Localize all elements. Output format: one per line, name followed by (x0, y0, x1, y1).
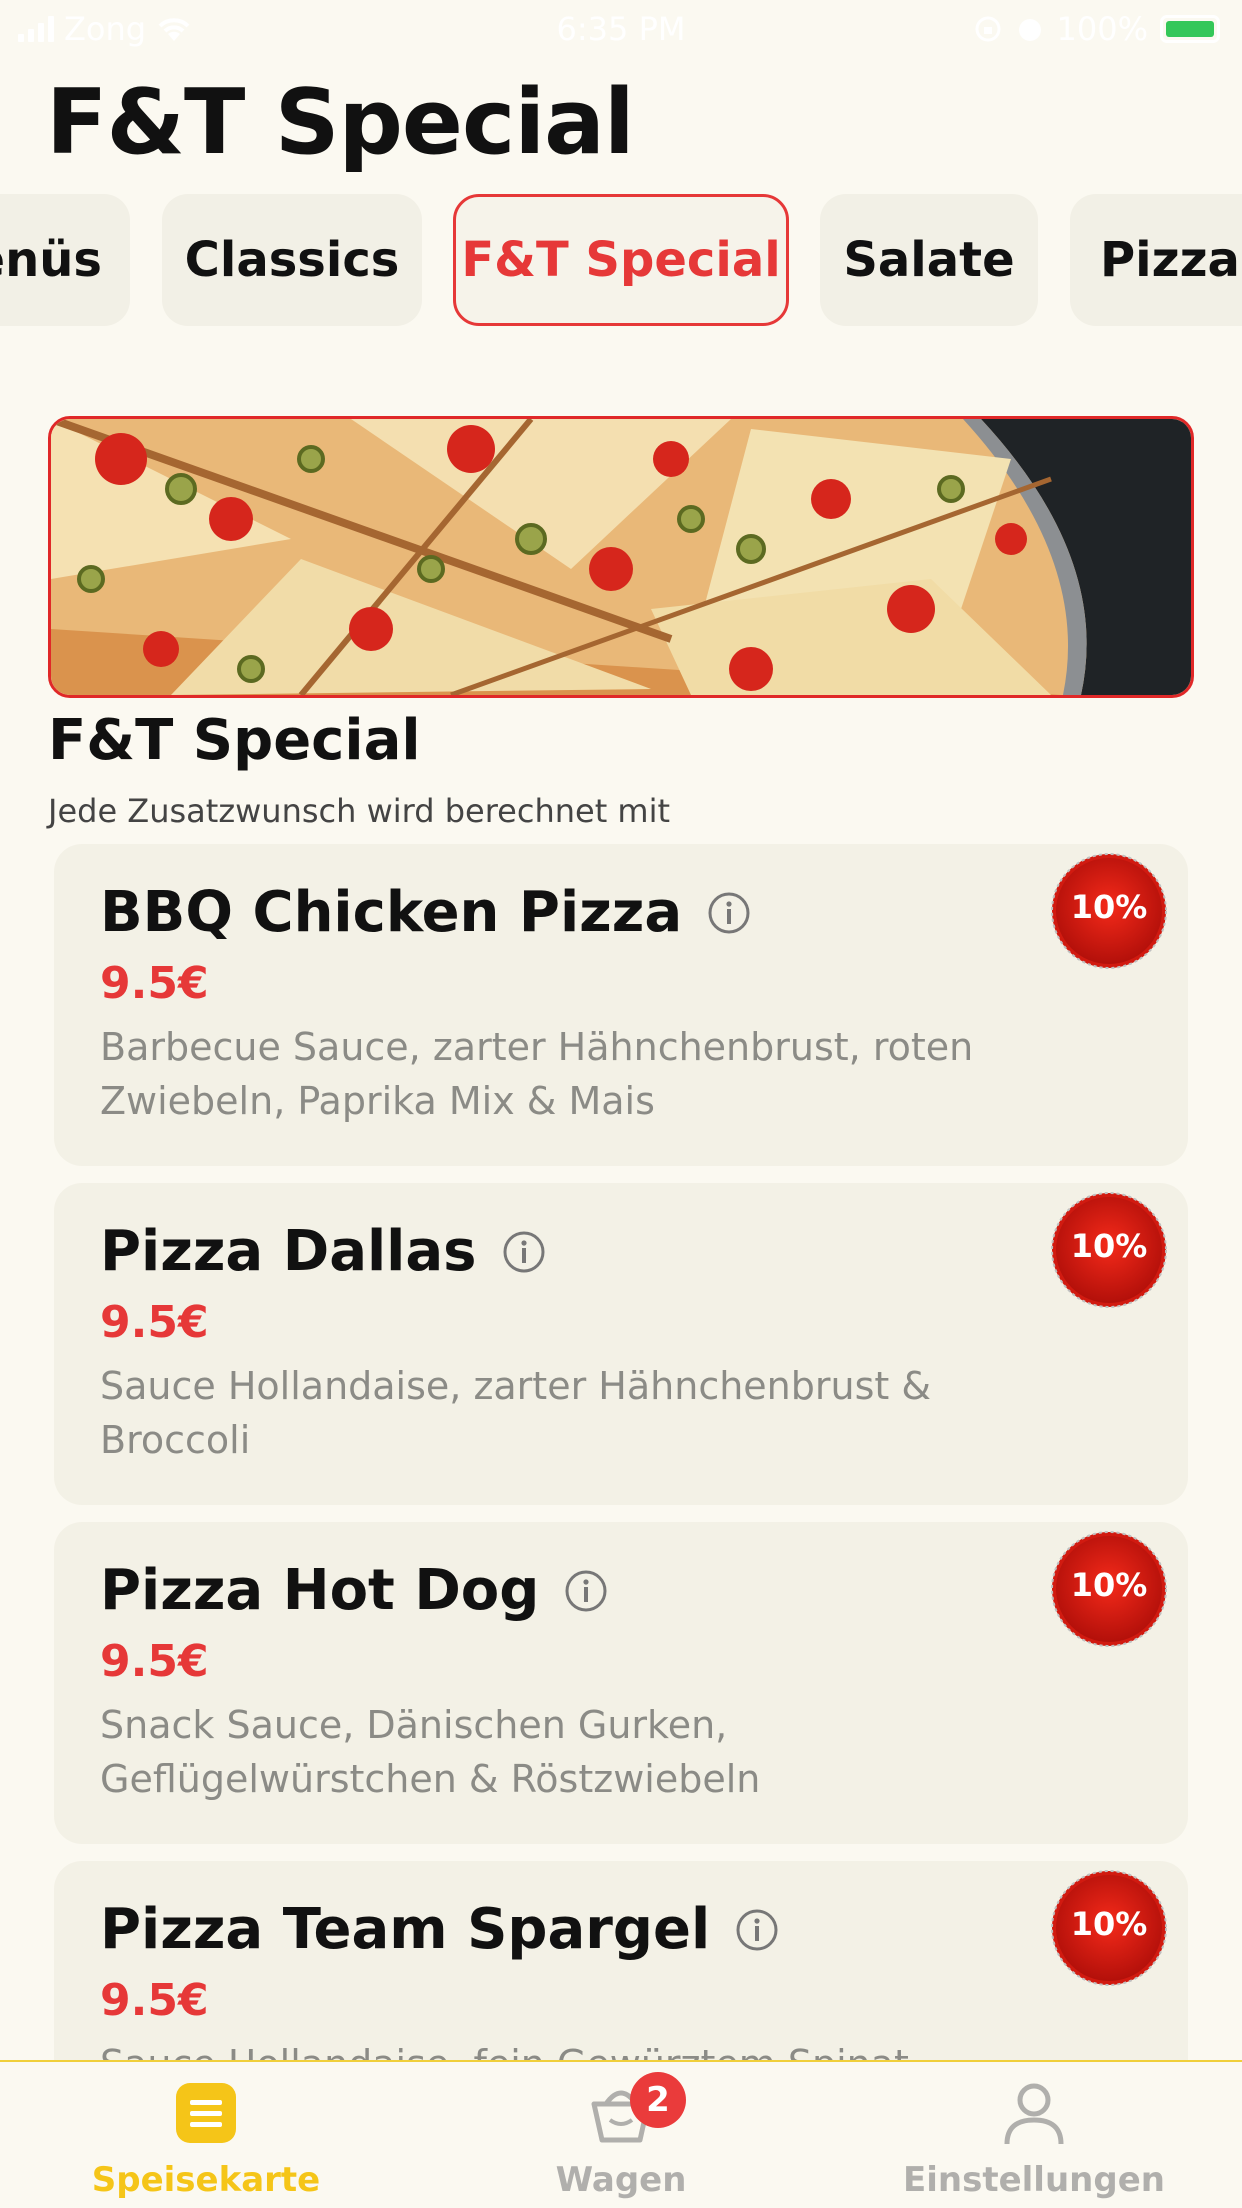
product-price: 9.5€ (100, 1975, 209, 2026)
info-icon[interactable] (501, 1229, 547, 1275)
discount-badge-text: 10% (1070, 1566, 1148, 1604)
hero-image (48, 416, 1194, 698)
product-name-row: Pizza Team Spargel (100, 1897, 780, 1962)
page-title: F&T Special (46, 70, 635, 175)
product-card[interactable]: Pizza Dallas 9.5€ Sauce Hollandaise, zar… (54, 1183, 1188, 1505)
user-icon (1001, 2080, 1067, 2146)
battery-percent: 100% (1056, 10, 1148, 48)
tab-salate[interactable]: Salate (820, 194, 1038, 326)
nav-label: Einstellungen (903, 2160, 1165, 2200)
product-description: Sauce Hollandaise, zarter Hähnchenbrust … (100, 1364, 931, 1462)
info-icon[interactable] (734, 1907, 780, 1953)
product-name: BBQ Chicken Pizza (100, 880, 683, 945)
basket-icon: 2 (588, 2072, 686, 2146)
orientation-lock-icon (975, 16, 1001, 42)
section-title: F&T Special (48, 708, 421, 773)
discount-badge: 10% (1050, 1530, 1168, 1648)
status-bar: Zong 6:35 PM 100% (0, 0, 1242, 62)
product-description: Snack Sauce, Dänischen Gurken, Geflügelw… (100, 1703, 761, 1801)
discount-badge-text: 10% (1070, 888, 1148, 926)
bottom-nav: Speisekarte 2 Wagen Einstellungen (0, 2060, 1242, 2208)
product-name: Pizza Team Spargel (100, 1897, 711, 1962)
product-description: Barbecue Sauce, zarter Hähnchenbrust, ro… (100, 1025, 974, 1123)
product-price: 9.5€ (100, 1297, 209, 1348)
discount-badge: 10% (1050, 852, 1168, 970)
info-icon[interactable] (706, 890, 752, 936)
discount-badge: 10% (1050, 1869, 1168, 1987)
section-note: Jede Zusatzwunsch wird berechnet mit (48, 792, 671, 830)
discount-badge-text: 10% (1070, 1227, 1148, 1265)
tab-menus[interactable]: enüs (0, 194, 130, 326)
product-price: 9.5€ (100, 1636, 209, 1687)
battery-icon (1160, 15, 1220, 43)
cart-count-badge: 2 (630, 2072, 686, 2128)
product-name: Pizza Dallas (100, 1219, 477, 1284)
nav-label: Speisekarte (91, 2160, 321, 2200)
discount-badge-text: 10% (1070, 1905, 1148, 1943)
nav-einstellungen[interactable]: Einstellungen (884, 2062, 1184, 2208)
product-name-row: Pizza Hot Dog (100, 1558, 609, 1623)
status-right: 100% (973, 10, 1220, 48)
category-tabs: enüs Classics F&T Special Salate Pizzab (0, 194, 1242, 326)
product-name-row: Pizza Dallas (100, 1219, 547, 1284)
nav-wagen[interactable]: 2 Wagen (471, 2062, 771, 2208)
info-icon[interactable] (563, 1568, 609, 1614)
menu-icon (173, 2080, 239, 2146)
tab-pizzabrot[interactable]: Pizzab (1070, 194, 1242, 326)
product-name: Pizza Hot Dog (100, 1558, 540, 1623)
tab-classics[interactable]: Classics (162, 194, 422, 326)
nav-label: Wagen (555, 2160, 687, 2200)
nav-speisekarte[interactable]: Speisekarte (56, 2062, 356, 2208)
discount-badge: 10% (1050, 1191, 1168, 1309)
product-price: 9.5€ (100, 958, 209, 1009)
product-card[interactable]: Pizza Hot Dog 9.5€ Snack Sauce, Dänische… (54, 1522, 1188, 1844)
alarm-icon (1018, 19, 1041, 41)
product-card[interactable]: BBQ Chicken Pizza 9.5€ Barbecue Sauce, z… (54, 844, 1188, 1166)
pizza-image (51, 419, 1191, 695)
product-name-row: BBQ Chicken Pizza (100, 880, 752, 945)
tab-ft-special[interactable]: F&T Special (453, 194, 789, 326)
